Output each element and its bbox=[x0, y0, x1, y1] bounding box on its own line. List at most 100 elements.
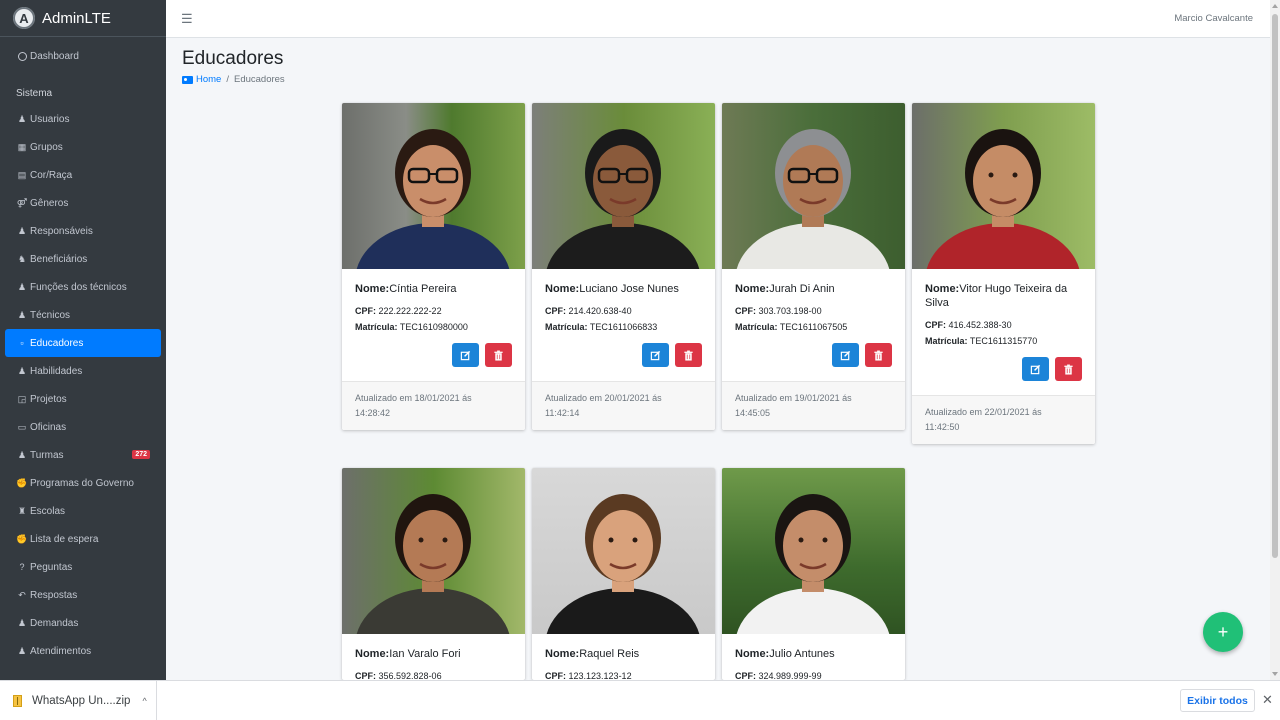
page-title: Educadores bbox=[182, 48, 284, 69]
educator-name: Nome:Ian Varalo Fori bbox=[355, 647, 512, 661]
educator-name: Nome:Raquel Reis bbox=[545, 647, 702, 661]
sidebar-item-label: Cor/Raça bbox=[30, 169, 73, 181]
add-educator-button[interactable]: + bbox=[1203, 612, 1243, 652]
educator-name-value: Jurah Di Anin bbox=[769, 283, 835, 295]
sidebar-item-label: Beneficiários bbox=[30, 253, 88, 265]
sidebar-item-label: Peguntas bbox=[30, 561, 73, 573]
cpf-label: CPF: bbox=[355, 306, 376, 316]
sidebar-item-t-cnicos[interactable]: ♟ Técnicos bbox=[5, 301, 161, 329]
child-icon: ♞ bbox=[17, 253, 27, 264]
educator-name: Nome:Julio Antunes bbox=[735, 647, 892, 661]
project-diagram-icon: ◲ bbox=[17, 393, 27, 404]
card-body: Nome:Cíntia Pereira CPF: 222.222.222-22 Ma… bbox=[342, 269, 525, 381]
sidebar-item-respons-veis[interactable]: ♟ Responsáveis bbox=[5, 217, 161, 245]
sidebar-item-turmas[interactable]: ♟ Turmas 272 bbox=[5, 441, 161, 469]
sidebar-item-grupos[interactable]: ▦ Grupos bbox=[5, 133, 161, 161]
hamburger-icon[interactable]: ☰ bbox=[181, 11, 193, 27]
edit-button[interactable] bbox=[642, 343, 669, 367]
sidebar-item-demandas[interactable]: ♟ Demandas bbox=[5, 609, 161, 637]
sidebar-item-label: Respostas bbox=[30, 589, 78, 601]
updated-date: Atualizado em 19/01/2021 ás bbox=[735, 393, 852, 403]
scroll-up-arrow-icon[interactable] bbox=[1272, 4, 1278, 8]
educator-cpf-value: 416.452.388-30 bbox=[948, 320, 1012, 330]
close-icon[interactable]: ✕ bbox=[1262, 692, 1273, 708]
trash-icon bbox=[493, 350, 504, 361]
scroll-down-arrow-icon[interactable] bbox=[1272, 672, 1278, 676]
sidebar-item-educadores[interactable]: ▫ Educadores bbox=[5, 329, 161, 357]
brand-link[interactable]: A AdminLTE bbox=[0, 0, 166, 37]
handshake-icon: ✊ bbox=[16, 533, 28, 544]
educator-cpf: CPF: 303.703.198-00 bbox=[735, 305, 892, 317]
sidebar-item-label: Funções dos técnicos bbox=[30, 281, 127, 293]
sidebar-item-projetos[interactable]: ◲ Projetos bbox=[5, 385, 161, 413]
sidebar-item-oficinas[interactable]: ▭ Oficinas bbox=[5, 413, 161, 441]
card-actions bbox=[355, 343, 512, 381]
updated-time: 11:42:50 bbox=[925, 422, 960, 432]
educator-photo bbox=[722, 103, 905, 269]
updated-time: 14:45:05 bbox=[735, 408, 771, 418]
name-label: Nome: bbox=[735, 648, 770, 660]
handshake-icon: ✊ bbox=[16, 477, 28, 488]
sidebar-item-fun-es-dos-t-cnicos[interactable]: ♟ Funções dos técnicos bbox=[5, 273, 161, 301]
edit-button[interactable] bbox=[452, 343, 479, 367]
sidebar-item-escolas[interactable]: ♜ Escolas bbox=[5, 497, 161, 525]
name-label: Nome: bbox=[545, 283, 580, 295]
sidebar-item-peguntas[interactable]: ? Peguntas bbox=[5, 553, 161, 581]
sidebar-item-atendimentos[interactable]: ♟ Atendimentos bbox=[5, 637, 161, 665]
delete-button[interactable] bbox=[485, 343, 512, 367]
educator-cpf: CPF: 214.420.638-40 bbox=[545, 305, 702, 317]
users-class-icon: ♟ bbox=[17, 449, 27, 460]
user-cog-icon: ♟ bbox=[17, 281, 27, 292]
delete-button[interactable] bbox=[865, 343, 892, 367]
card-footer-updated: Atualizado em 22/01/2021 ás 11:42:50 bbox=[912, 395, 1095, 444]
users-icon: ♟ bbox=[17, 225, 27, 236]
educator-photo bbox=[342, 468, 525, 634]
sidebar-item-cor-ra-a[interactable]: ▤ Cor/Raça bbox=[5, 161, 161, 189]
sidebar: A AdminLTE Dashboard Sistema ♟ Usuarios ▦ G… bbox=[0, 0, 166, 680]
sidebar-item-dashboard[interactable]: Dashboard bbox=[5, 42, 161, 70]
matricula-label: Matrícula: bbox=[355, 322, 398, 332]
download-item[interactable]: WhatsApp Un....zip ^ bbox=[0, 681, 157, 720]
educator-photo bbox=[532, 468, 715, 634]
sidebar-item-habilidades[interactable]: ♟ Habilidades bbox=[5, 357, 161, 385]
zip-file-icon bbox=[13, 694, 22, 707]
show-all-downloads-button[interactable]: Exibir todos bbox=[1180, 689, 1255, 712]
sidebar-item-lista-de-espera[interactable]: ✊ Lista de espera bbox=[5, 525, 161, 553]
educator-cpf-value: 214.420.638-40 bbox=[568, 306, 632, 316]
sidebar-item-programas-do-governo[interactable]: ✊ Programas do Governo bbox=[5, 469, 161, 497]
download-file-name: WhatsApp Un....zip bbox=[32, 694, 131, 707]
venus-mars-icon: ⚤ bbox=[16, 197, 28, 208]
scrollbar-thumb[interactable] bbox=[1272, 14, 1278, 558]
sidebar-item-g-neros[interactable]: ⚤ Gêneros bbox=[5, 189, 161, 217]
sidebar-item-label: Habilidades bbox=[30, 365, 83, 377]
chevron-up-icon[interactable]: ^ bbox=[142, 696, 146, 706]
educator-cpf: CPF: 356.592.828-06 bbox=[355, 670, 512, 680]
user-tie-icon: ♟ bbox=[17, 309, 27, 320]
sidebar-item-usuarios[interactable]: ♟ Usuarios bbox=[5, 105, 161, 133]
user-menu[interactable]: Marcio Cavalcante bbox=[1174, 13, 1253, 24]
educator-matricula-value: TEC1611067505 bbox=[779, 322, 848, 332]
sidebar-item-label: Projetos bbox=[30, 393, 67, 405]
matricula-label: Matrícula: bbox=[545, 322, 588, 332]
edit-icon bbox=[460, 350, 471, 361]
educator-card: Nome:Luciano Jose Nunes CPF: 214.420.638-… bbox=[532, 103, 715, 430]
card-footer-updated: Atualizado em 20/01/2021 ás 11:42:14 bbox=[532, 381, 715, 430]
turmas-count-badge: 272 bbox=[132, 450, 150, 459]
educator-name: Nome:Luciano Jose Nunes bbox=[545, 282, 702, 296]
breadcrumb: Home / Educadores bbox=[182, 74, 285, 85]
educator-card: Nome:Jurah Di Anin CPF: 303.703.198-00 Mat… bbox=[722, 103, 905, 430]
delete-button[interactable] bbox=[1055, 357, 1082, 381]
sidebar-item-benefici-rios[interactable]: ♞ Beneficiários bbox=[5, 245, 161, 273]
breadcrumb-home-label: Home bbox=[196, 74, 222, 85]
educator-card: Nome:Ian Varalo Fori CPF: 356.592.828-06 bbox=[342, 468, 525, 680]
page-scrollbar[interactable] bbox=[1270, 0, 1280, 680]
card-actions bbox=[545, 343, 702, 381]
educator-matricula-value: TEC1610980000 bbox=[399, 322, 468, 332]
sidebar-item-respostas[interactable]: ↶ Respostas bbox=[5, 581, 161, 609]
id-card-icon: ▤ bbox=[17, 169, 27, 180]
user-icon: ♟ bbox=[17, 645, 27, 656]
edit-button[interactable] bbox=[1022, 357, 1049, 381]
breadcrumb-home-link[interactable]: Home bbox=[182, 74, 221, 85]
edit-button[interactable] bbox=[832, 343, 859, 367]
delete-button[interactable] bbox=[675, 343, 702, 367]
